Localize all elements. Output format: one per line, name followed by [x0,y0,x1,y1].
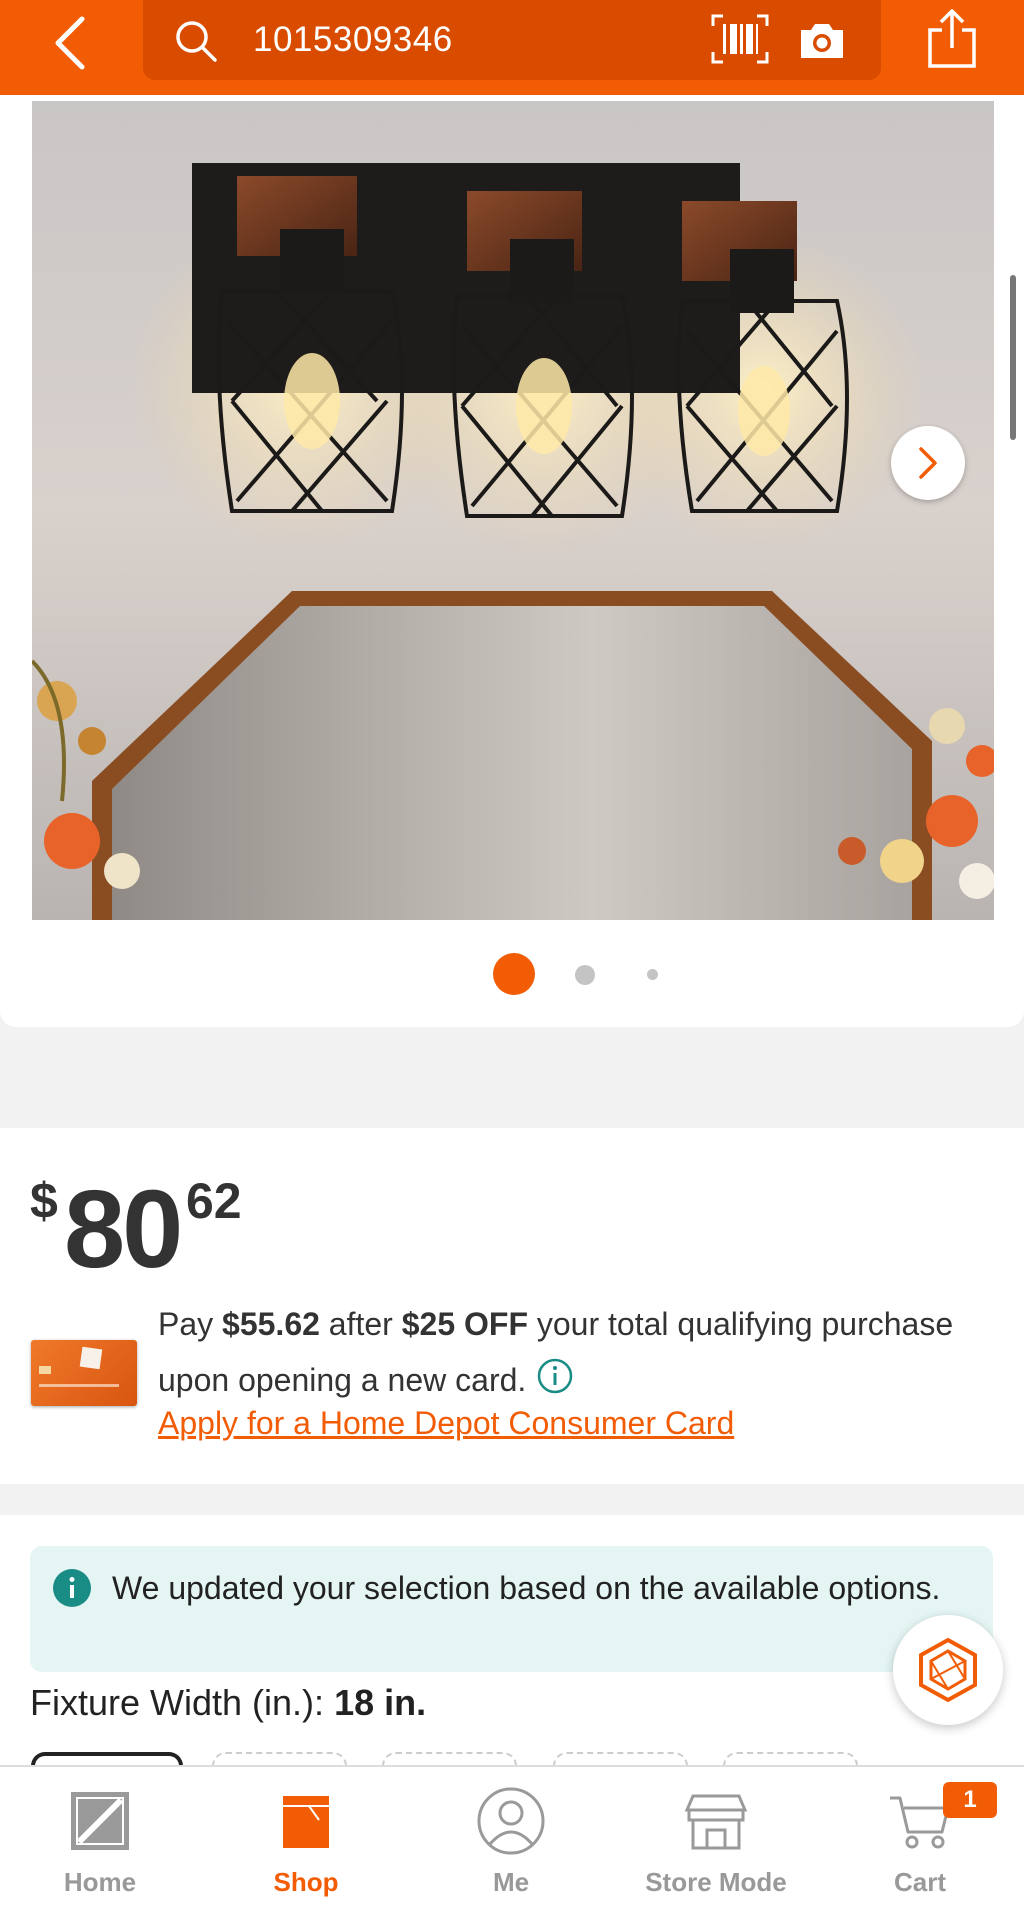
carousel-dot[interactable] [493,953,535,995]
fixture-width-value: 18 in. [334,1682,427,1723]
credit-card-image [31,1340,137,1406]
shop-bag-icon [283,1796,329,1848]
info-icon[interactable] [536,1357,574,1395]
notice-text: We updated your selection based on the a… [112,1570,941,1606]
price-card: $ 80 62 Pay $55.62 after $25 OFF your to… [0,1128,1024,1484]
carousel-next-button[interactable] [891,426,965,500]
barcode-scan-icon[interactable] [711,14,769,64]
carousel-dot[interactable] [575,965,595,985]
nav-home[interactable]: Home [40,1767,160,1910]
home-depot-logo-icon [71,1792,129,1850]
nav-store-mode[interactable]: Store Mode [626,1767,806,1910]
chevron-right-icon [919,447,937,479]
apply-card-link[interactable]: Apply for a Home Depot Consumer Card [158,1405,734,1442]
nav-shop[interactable]: Shop [246,1767,366,1910]
scrollbar-thumb[interactable] [1010,275,1016,440]
price-currency: $ [30,1173,58,1229]
info-icon [53,1569,91,1607]
chat-assistant-button[interactable] [893,1615,1003,1725]
carousel-indicator [0,953,1024,995]
carousel-dot[interactable] [647,969,658,980]
person-icon [477,1787,545,1855]
search-bar[interactable]: 1015309346 [143,0,881,80]
product-image-card [0,95,1024,1027]
price-cents: 62 [186,1173,242,1229]
assistant-hexagon-icon [919,1637,977,1703]
fixture-width-label: Fixture Width (in.): 18 in. [30,1682,427,1723]
product-image[interactable] [32,101,994,920]
store-icon [684,1794,748,1850]
camera-icon[interactable] [797,18,847,62]
share-icon[interactable] [924,8,980,70]
search-icon [176,21,217,62]
cart-count-badge: 1 [943,1782,997,1818]
price-dollars: 80 [64,1168,183,1291]
back-button[interactable] [40,8,100,78]
bottom-nav: Home Shop Me Store Mode Cart [0,1765,1024,1910]
selection-notice: We updated your selection based on the a… [30,1546,993,1672]
search-input[interactable]: 1015309346 [253,20,453,60]
top-bar: 1015309346 [0,0,1024,95]
chevron-left-icon [55,16,85,70]
nav-me[interactable]: Me [451,1767,571,1910]
card-promo-text: Pay $55.62 after $25 OFF your total qual… [158,1306,954,1398]
